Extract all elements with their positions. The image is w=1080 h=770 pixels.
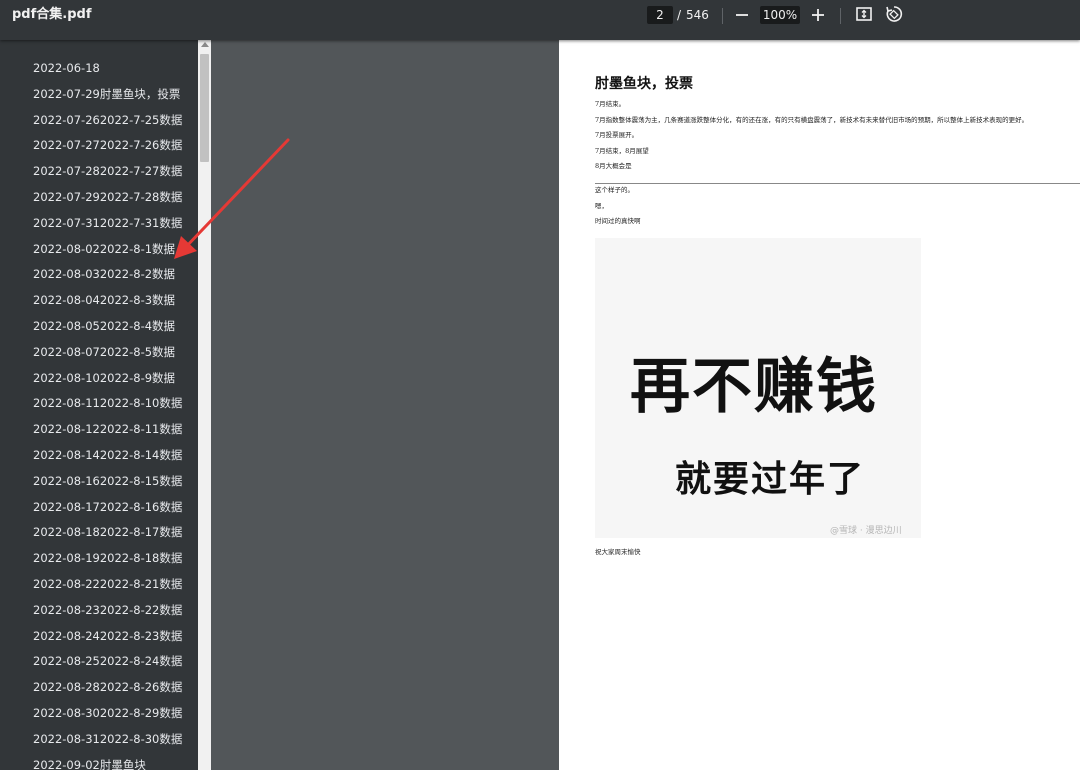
meme-sub-text: 就要过年了 (675, 459, 866, 500)
outline-item[interactable]: 2022-07-262022-7-25数据 (33, 111, 182, 129)
outline-item[interactable]: 2022-08-072022-8-5数据 (33, 343, 175, 361)
outline-item[interactable]: 2022-06-18 (33, 59, 100, 77)
outline-item[interactable]: 2022-08-282022-8-26数据 (33, 678, 182, 696)
outline-item[interactable]: 2022-08-162022-8-15数据 (33, 472, 182, 490)
page-heading: 肘墨鱼块，投票 (595, 76, 693, 92)
rotate-icon[interactable] (884, 4, 904, 24)
outline-item[interactable]: 2022-08-122022-8-11数据 (33, 420, 182, 438)
page-text-line: 7月结束。 (595, 100, 626, 108)
zoom-in-icon[interactable] (808, 3, 828, 25)
page-text-line: 时间过的真快啊 (595, 217, 641, 225)
outline-item[interactable]: 2022-08-142022-8-14数据 (33, 446, 182, 464)
pdf-page: 肘墨鱼块，投票 7月结束。 7月指数整体震荡为主，几条赛道涨跌整体分化，有的还在… (559, 40, 1080, 770)
page-text-line: 嗯， (595, 202, 608, 210)
outline-item[interactable]: 2022-08-222022-8-21数据 (33, 575, 182, 593)
meme-image: 再不赚钱 就要过年了 @雪球 · 漫思边川 (595, 238, 921, 538)
fit-page-icon[interactable] (854, 4, 874, 24)
pdf-toolbar: pdf合集.pdf 2 / 546 100% (0, 0, 1080, 40)
page-divider (595, 183, 1080, 184)
outline-sidebar: 2022-06-18 2022-07-29肘墨鱼块，投票 2022-07-26202… (0, 40, 198, 770)
page-footer-text: 祝大家周末愉快 (595, 548, 641, 556)
outline-item[interactable]: 2022-08-302022-8-29数据 (33, 704, 182, 722)
meme-main-text: 再不赚钱 (630, 352, 878, 422)
page-text-line: 这个样子的。 (595, 186, 634, 194)
outline-item[interactable]: 2022-08-112022-8-10数据 (33, 394, 182, 412)
outline-item[interactable]: 2022-08-192022-8-18数据 (33, 549, 182, 567)
outline-item[interactable]: 2022-08-032022-8-2数据 (33, 265, 175, 283)
outline-item[interactable]: 2022-08-312022-8-30数据 (33, 730, 182, 748)
outline-item[interactable]: 2022-07-29肘墨鱼块，投票 (33, 85, 180, 103)
scroll-up-arrow-icon[interactable] (201, 42, 209, 47)
outline-item[interactable]: 2022-07-282022-7-27数据 (33, 162, 182, 180)
zoom-level-input[interactable]: 100% (760, 6, 800, 24)
page-total: 546 (686, 8, 709, 22)
outline-item[interactable]: 2022-08-182022-8-17数据 (33, 523, 182, 541)
outline-item[interactable]: 2022-08-252022-8-24数据 (33, 652, 182, 670)
scrollbar-thumb[interactable] (200, 54, 209, 162)
toolbar-divider (722, 8, 723, 24)
outline-item[interactable]: 2022-08-232022-8-22数据 (33, 601, 182, 619)
outline-item[interactable]: 2022-08-242022-8-23数据 (33, 627, 182, 645)
outline-item[interactable]: 2022-08-172022-8-16数据 (33, 498, 182, 516)
outline-item[interactable]: 2022-08-052022-8-4数据 (33, 317, 175, 335)
page-number-input[interactable]: 2 (647, 6, 673, 24)
page-text-line: 8月大概会是 (595, 162, 632, 170)
outline-item[interactable]: 2022-07-312022-7-31数据 (33, 214, 182, 232)
outline-item[interactable]: 2022-08-022022-8-1数据 (33, 240, 175, 258)
toolbar-divider (840, 8, 841, 24)
outline-item[interactable]: 2022-09-02肘墨鱼块 (33, 756, 146, 770)
page-text-line: 7月结束，8月展望 (595, 147, 649, 155)
outline-item[interactable]: 2022-07-272022-7-26数据 (33, 136, 182, 154)
outline-item[interactable]: 2022-08-042022-8-3数据 (33, 291, 175, 309)
meme-watermark: @雪球 · 漫思边川 (830, 526, 902, 536)
sidebar-scrollbar[interactable] (198, 40, 211, 770)
page-text-line: 7月投票展开。 (595, 131, 639, 139)
zoom-out-icon[interactable] (732, 3, 752, 25)
outline-item[interactable]: 2022-08-102022-8-9数据 (33, 369, 175, 387)
document-title: pdf合集.pdf (12, 7, 92, 22)
outline-item[interactable]: 2022-07-292022-7-28数据 (33, 188, 182, 206)
page-text-line: 7月指数整体震荡为主，几条赛道涨跌整体分化，有的还在涨，有的只有横盘震荡了，新技… (595, 116, 1029, 124)
page-separator: / (677, 8, 682, 22)
